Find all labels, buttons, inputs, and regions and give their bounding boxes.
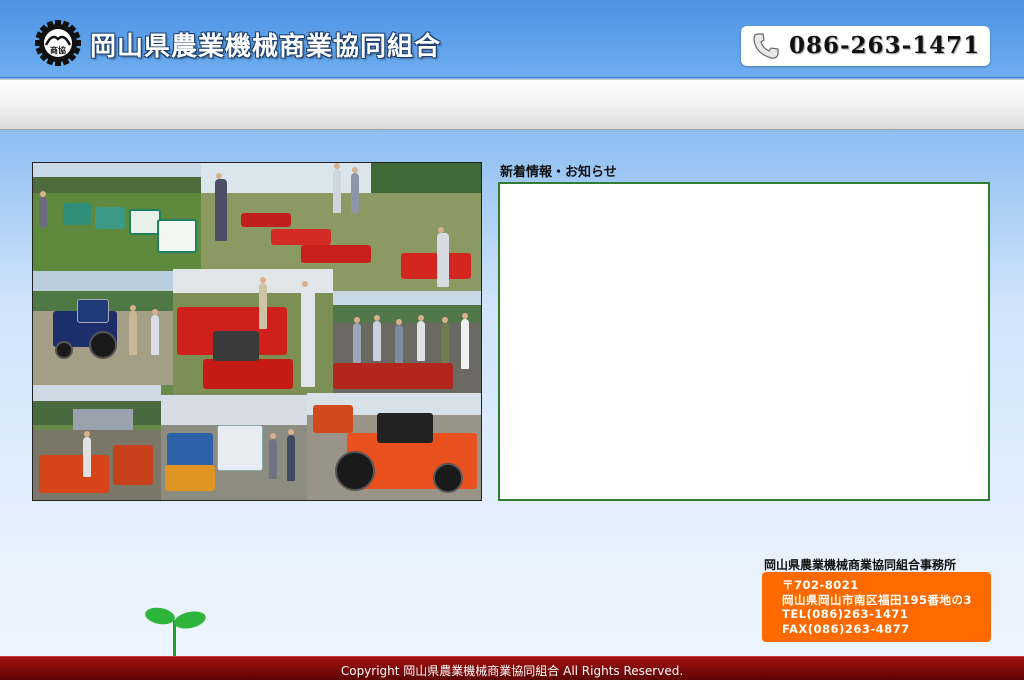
photo-tile-kubota <box>307 393 481 500</box>
phone-badge: 086-263-1471 <box>741 26 990 66</box>
photo-tile-transplanters <box>33 163 201 271</box>
news-heading: 新着情報・お知らせ <box>500 165 617 180</box>
photo-tile-crowd <box>333 291 481 393</box>
copyright-text: Copyright 岡山県農業機械商業協同組合 All Rights Reser… <box>340 664 684 678</box>
office-tel: TEL(086)263-1471 <box>782 607 909 621</box>
office-postal: 〒702-8021 <box>782 578 859 592</box>
sprout-icon <box>144 604 208 658</box>
phone-icon <box>751 31 781 61</box>
news-panel[interactable] <box>498 182 990 501</box>
nav-bar <box>0 79 1024 130</box>
phone-number: 086-263-1471 <box>789 32 981 59</box>
header: 商協 岡山県農業機械商業協同組合 086-263-1471 <box>0 0 1024 78</box>
gear-logo-icon[interactable]: 商協 <box>34 19 82 67</box>
page-title[interactable]: 岡山県農業機械商業協同組合 <box>90 26 441 63</box>
logo-text: 商協 <box>50 45 66 55</box>
photo-tile-blue-tractor <box>33 271 183 385</box>
photo-tile-harvesters <box>161 395 307 500</box>
photo-tile-village <box>33 385 161 500</box>
event-photo-collage <box>32 162 482 501</box>
office-fax: FAX(086)263-4877 <box>782 621 910 636</box>
office-address: 岡山県岡山市南区福田195番地の3 <box>782 592 973 607</box>
footer: Copyright 岡山県農業機械商業協同組合 All Rights Reser… <box>0 656 1024 680</box>
office-info-box: 〒702-8021 岡山県岡山市南区福田195番地の3 TEL(086)263-… <box>762 572 991 642</box>
photo-tile-yanmar <box>173 269 333 397</box>
office-heading: 岡山県農業機械商業協同組合事務所 <box>764 558 957 572</box>
